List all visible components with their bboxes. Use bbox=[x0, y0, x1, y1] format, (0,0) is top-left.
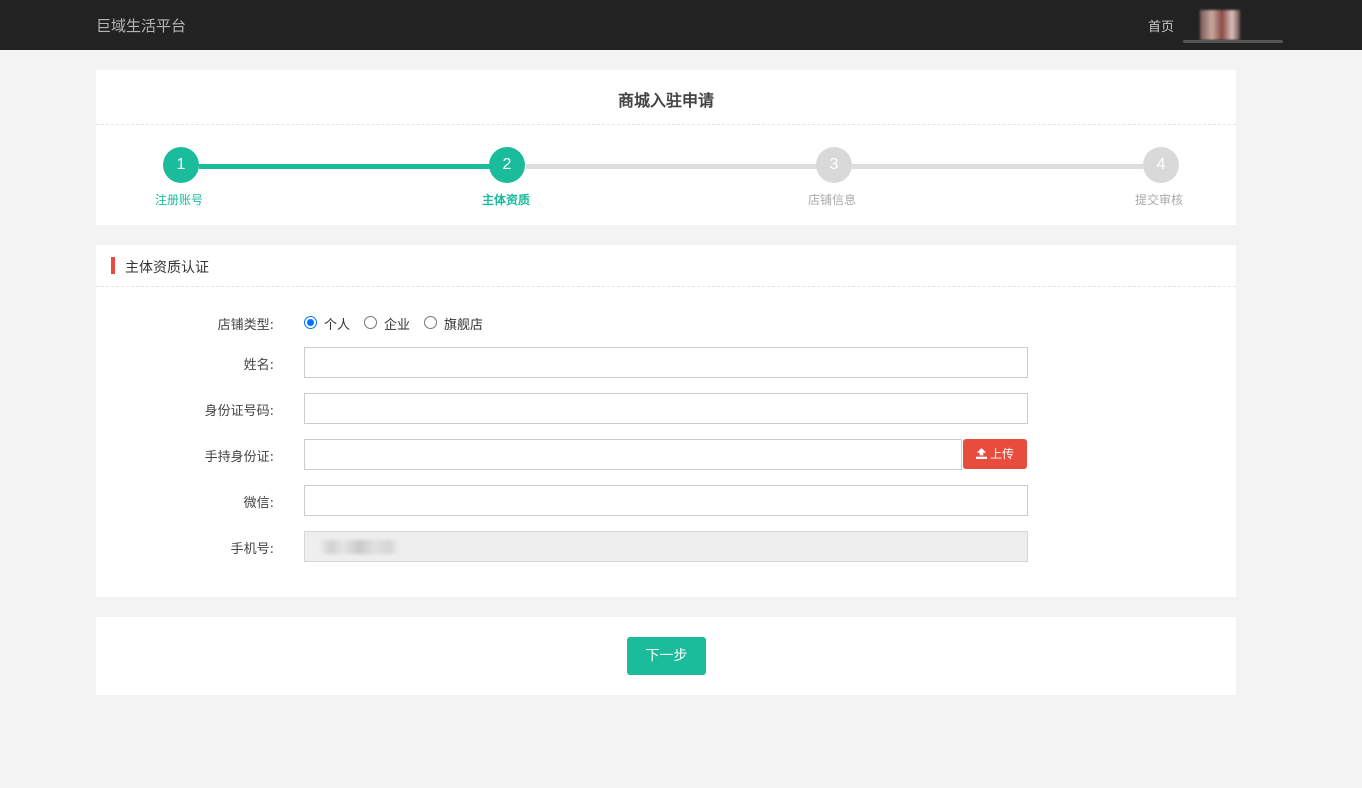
next-step-button[interactable]: 下一步 bbox=[627, 637, 706, 675]
user-avatar[interactable] bbox=[1200, 10, 1240, 40]
id-number-input[interactable] bbox=[304, 393, 1028, 424]
phone-input bbox=[304, 531, 1028, 562]
step-1-circle: 1 bbox=[163, 147, 199, 183]
name-input[interactable] bbox=[304, 347, 1028, 378]
title-divider bbox=[96, 124, 1236, 125]
step-4-label: 提交审核 bbox=[1134, 193, 1183, 207]
next-step-card: 下一步 bbox=[96, 617, 1236, 695]
step-3-circle: 3 bbox=[816, 147, 852, 183]
id-photo-input[interactable] bbox=[304, 439, 962, 470]
step-3-label: 店铺信息 bbox=[807, 193, 856, 207]
phone-label: 手机号: bbox=[230, 542, 274, 557]
section-title: 主体资质认证 bbox=[125, 260, 209, 276]
step-2-circle: 2 bbox=[489, 147, 525, 183]
phone-masked-value bbox=[319, 540, 399, 554]
nav-home-link[interactable]: 首页 bbox=[1148, 16, 1174, 35]
wechat-label: 微信: bbox=[243, 496, 274, 511]
upload-button[interactable]: 上传 bbox=[963, 439, 1027, 469]
page-title: 商城入驻申请 bbox=[617, 91, 714, 110]
step-connector-1 bbox=[199, 164, 490, 169]
step-connector-2 bbox=[526, 164, 817, 169]
step-connector-3 bbox=[852, 164, 1143, 169]
step-4-circle: 4 bbox=[1143, 147, 1179, 183]
wechat-input[interactable] bbox=[304, 485, 1028, 516]
section-divider bbox=[96, 286, 1236, 287]
shop-type-flagship-label[interactable]: 旗舰店 bbox=[444, 314, 483, 333]
section-accent-bar bbox=[111, 257, 115, 274]
radio-unchecked-icon[interactable] bbox=[424, 316, 437, 329]
shop-type-personal-label[interactable]: 个人 bbox=[324, 314, 350, 333]
step-2-label: 主体资质 bbox=[481, 193, 530, 207]
user-menu-underline bbox=[1183, 40, 1283, 43]
id-photo-label: 手持身份证: bbox=[204, 450, 274, 465]
qualification-form-card: 主体资质认证 店铺类型: 个人 企业 旗舰店 姓名: 身份证号码: 手持身份证:… bbox=[96, 245, 1236, 597]
top-navbar: 巨域生活平台 首页 bbox=[0, 0, 1362, 50]
radio-checked-icon[interactable] bbox=[304, 316, 317, 329]
step-1-label: 注册账号 bbox=[154, 193, 203, 207]
radio-unchecked-icon[interactable] bbox=[364, 316, 377, 329]
shop-type-label: 店铺类型: bbox=[217, 318, 274, 333]
id-number-label: 身份证号码: bbox=[204, 404, 274, 419]
upload-button-label[interactable]: 上传 bbox=[990, 447, 1014, 461]
brand-title[interactable]: 巨域生活平台 bbox=[96, 15, 186, 36]
name-label: 姓名: bbox=[243, 358, 274, 373]
shop-type-enterprise-label[interactable]: 企业 bbox=[384, 314, 410, 333]
steps-card: 商城入驻申请 1 2 3 4 注册账号 主体资质 店铺信息 提交审核 bbox=[96, 70, 1236, 225]
upload-icon bbox=[975, 448, 987, 459]
